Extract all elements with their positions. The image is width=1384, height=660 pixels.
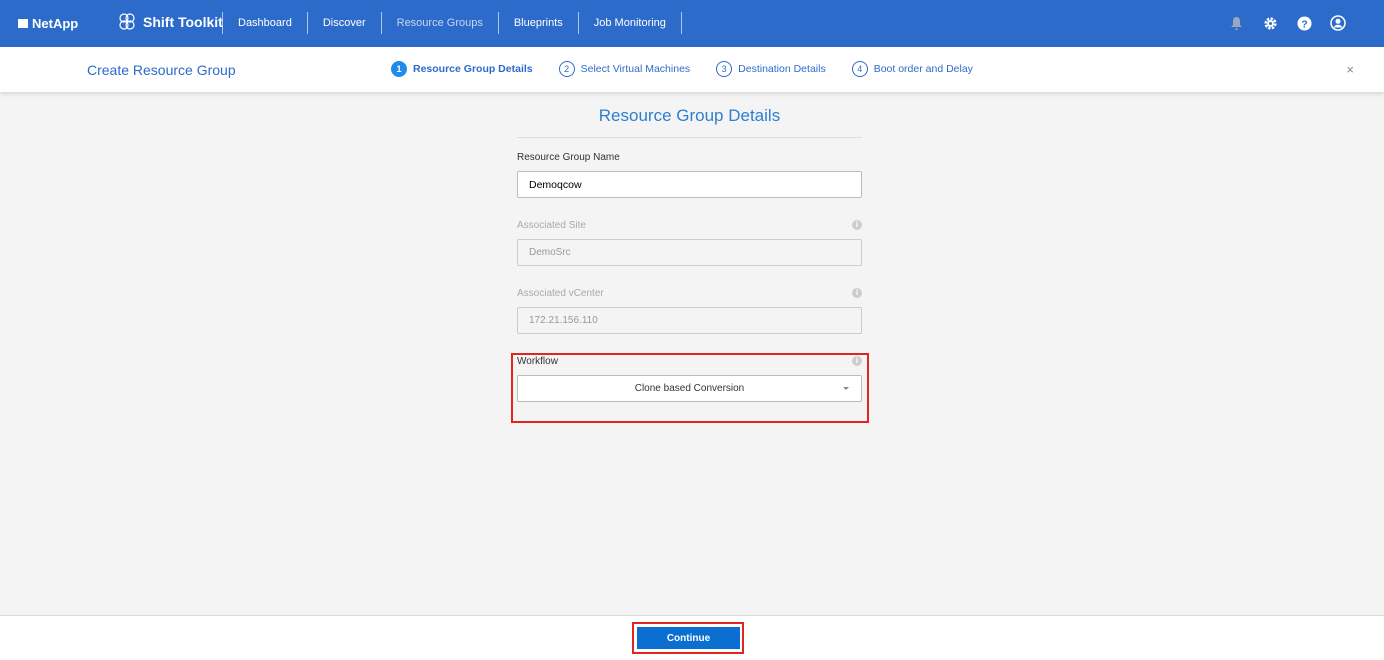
help-icon[interactable]: ? — [1296, 15, 1312, 31]
resource-group-name-input[interactable]: Demoqcow — [517, 171, 862, 198]
step-select-virtual-machines[interactable]: 2 Select Virtual Machines — [558, 61, 690, 77]
info-icon[interactable]: i — [852, 220, 862, 230]
bell-icon[interactable] — [1228, 15, 1244, 31]
shift-toolkit-icon — [119, 13, 135, 30]
netapp-logo[interactable]: NetApp — [18, 16, 78, 31]
step-destination-details[interactable]: 3 Destination Details — [716, 61, 826, 77]
associated-vcenter-input: 172.21.156.110 — [517, 307, 862, 334]
app-title[interactable]: Shift Toolkit — [117, 12, 223, 32]
step-boot-order-delay[interactable]: 4 Boot order and Delay — [851, 61, 973, 77]
workflow-highlight — [511, 353, 869, 423]
nav-resource-groups[interactable]: Resource Groups — [380, 12, 498, 34]
continue-button[interactable]: Continue — [637, 627, 740, 649]
name-label: Resource Group Name — [517, 151, 620, 163]
nav-job-monitoring[interactable]: Job Monitoring — [577, 12, 682, 34]
nav-blueprints[interactable]: Blueprints — [497, 12, 578, 34]
nav-discover[interactable]: Discover — [306, 12, 381, 34]
wizard-title: Create Resource Group — [87, 62, 236, 78]
wizard-header: Create Resource Group 1 Resource Group De… — [0, 47, 1384, 92]
svg-text:?: ? — [1301, 19, 1307, 30]
form-title: Resource Group Details — [517, 100, 862, 138]
close-icon[interactable]: × — [1346, 62, 1354, 77]
gear-icon[interactable] — [1262, 15, 1278, 31]
top-nav: NetApp Shift Toolkit Dashboard Discover … — [0, 0, 1384, 47]
step-resource-group-details[interactable]: 1 Resource Group Details — [391, 61, 533, 77]
nav-dashboard[interactable]: Dashboard — [222, 12, 307, 34]
vcenter-label: Associated vCenter i — [517, 286, 862, 300]
info-icon[interactable]: i — [852, 288, 862, 298]
site-label: Associated Site i — [517, 218, 862, 232]
associated-site-input: DemoSrc — [517, 239, 862, 266]
user-profile-icon[interactable] — [1330, 15, 1346, 31]
netapp-logo-icon — [18, 19, 28, 28]
